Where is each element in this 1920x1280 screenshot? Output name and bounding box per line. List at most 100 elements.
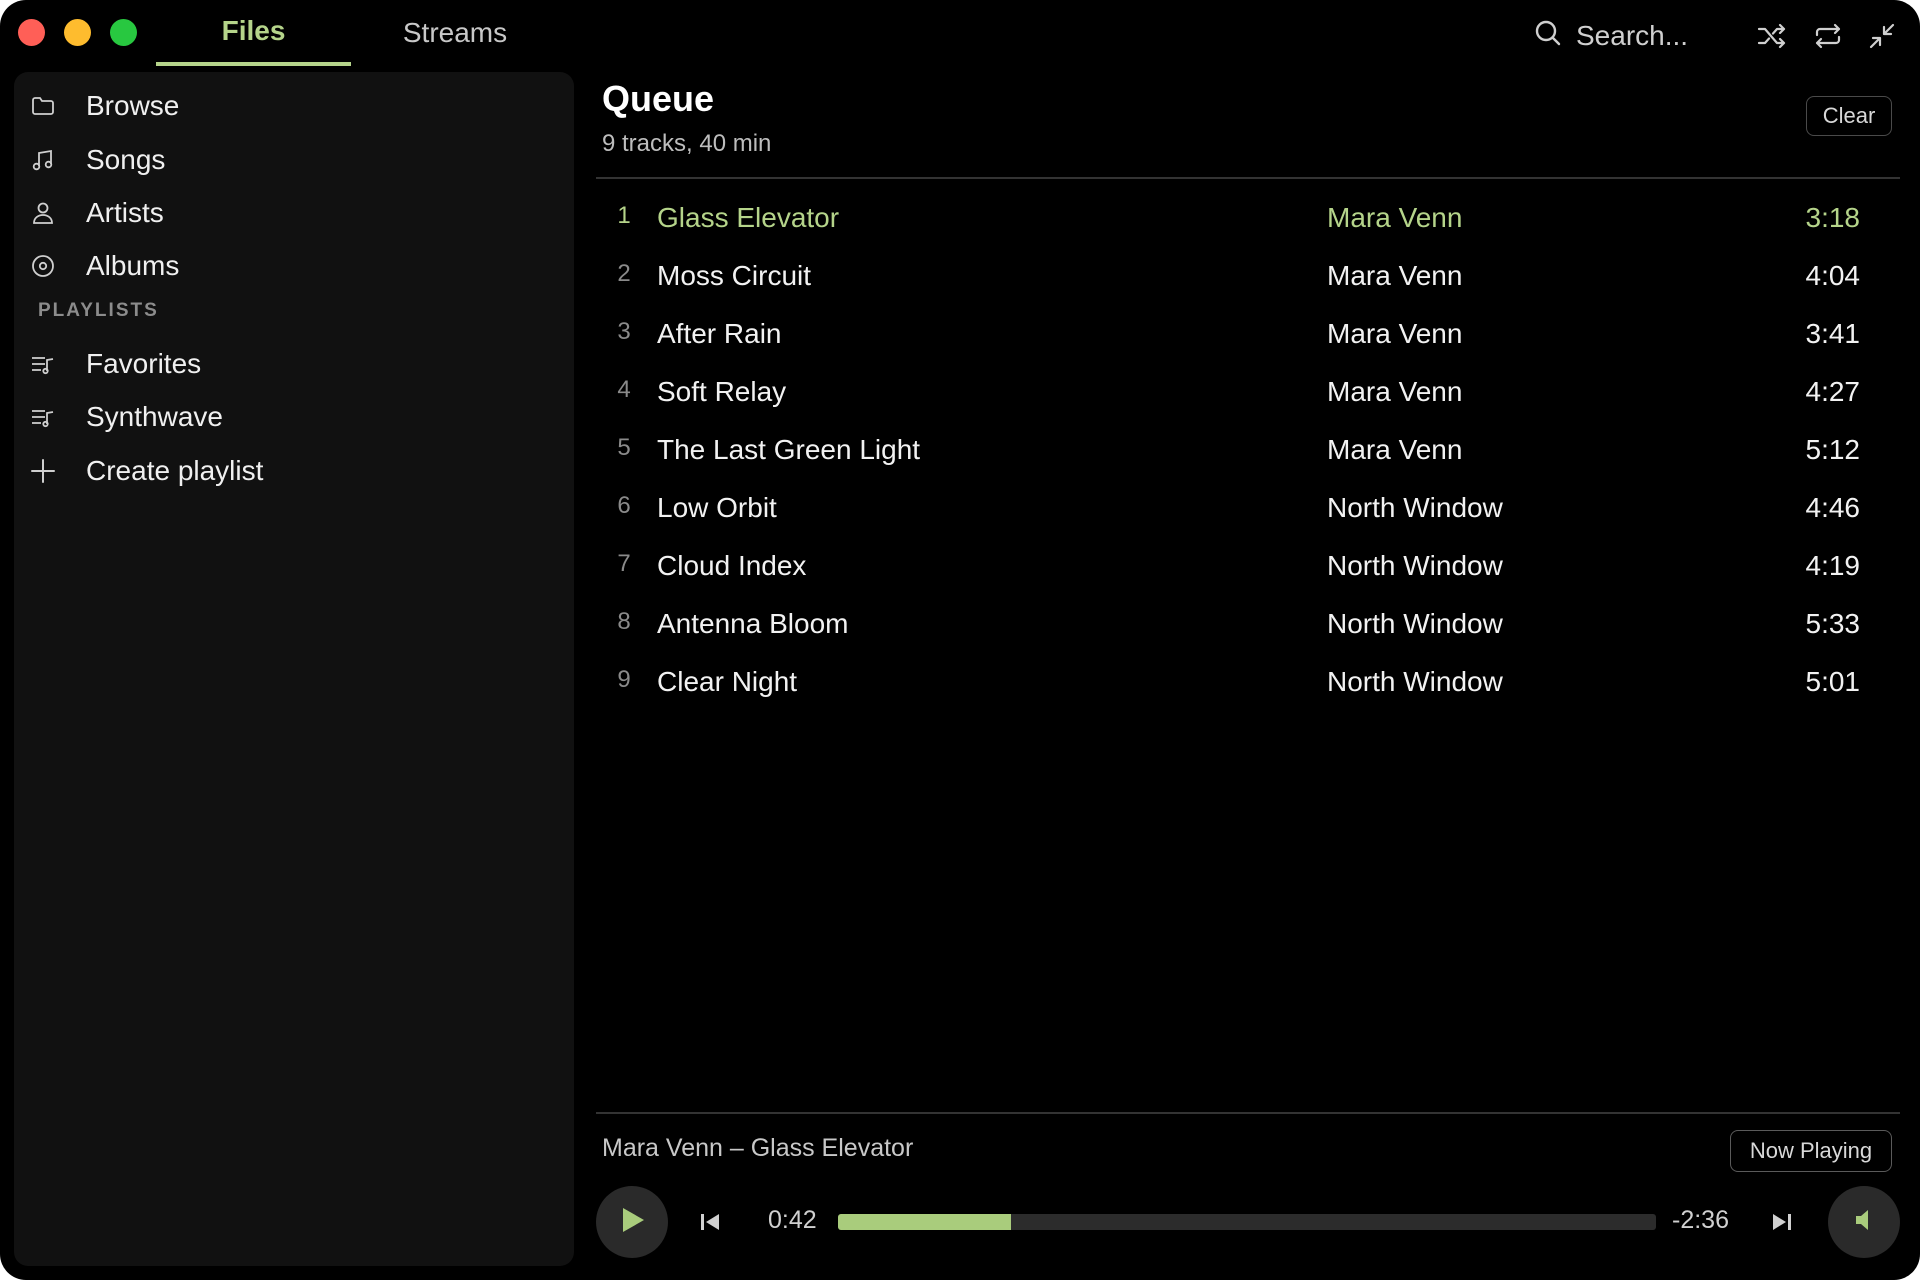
progress-bar[interactable] [838,1214,1656,1230]
music-note-icon [28,145,58,175]
track-duration: 5:33 [1805,608,1861,639]
shuffle-icon[interactable] [1756,20,1788,52]
sidebar-item-albums[interactable]: Albums [28,244,548,288]
volume-button[interactable] [1828,1186,1900,1258]
skip-forward-icon [1766,1214,1798,1242]
track-title: The Last Green Light [657,434,921,465]
zoom-window-button[interactable] [110,19,137,46]
track-duration: 3:18 [1805,202,1861,233]
track-artist: Mara Venn [1327,434,1463,465]
minimize-icon[interactable] [1866,20,1898,52]
tab-streams[interactable]: Streams [375,0,535,66]
sidebar-item-label: Favorites [86,348,202,379]
track-row[interactable]: 9 Clear Night North Window 5:01 [596,654,1900,712]
track-duration: 5:12 [1805,434,1861,465]
track-title: Soft Relay [657,376,787,407]
create-playlist-button[interactable]: Create playlist [28,449,548,493]
play-icon [617,1205,647,1240]
person-icon [28,198,58,228]
create-playlist-label: Create playlist [86,455,264,486]
next-track-button[interactable] [1766,1206,1798,1238]
track-title: Glass Elevator [657,202,840,233]
track-title: Low Orbit [657,492,777,523]
track-title: Clear Night [657,666,798,697]
track-title: Antenna Bloom [657,608,849,639]
track-row[interactable]: 6 Low Orbit North Window 4:46 [596,480,1900,538]
track-title: After Rain [657,318,782,349]
now-playing-text: Mara Venn – Glass Elevator [602,1134,914,1162]
playlist-icon [28,349,58,379]
playlists-heading: PLAYLISTS [38,300,159,321]
sidebar-item-artists[interactable]: Artists [28,191,548,235]
plus-icon [28,456,58,486]
queue-summary: 9 tracks, 40 min [602,130,772,157]
sidebar-item-label: Albums [86,250,180,281]
track-duration: 4:04 [1805,260,1861,291]
repeat-icon[interactable] [1812,20,1844,52]
sidebar-item-label: Songs [86,144,166,175]
search-placeholder: Search... [1576,20,1689,51]
tab-files[interactable]: Files [156,0,351,66]
minimize-window-button[interactable] [64,19,91,46]
folder-icon [28,91,58,121]
remaining-time: -2:36 [1672,1206,1729,1234]
track-row[interactable]: 3 After Rain Mara Venn 3:41 [596,306,1900,364]
sidebar-item-songs[interactable]: Songs [28,138,548,182]
elapsed-time: 0:42 [768,1206,817,1234]
track-number: 1 [617,202,631,229]
sidebar: Browse Songs Artists Albums PLAYLISTS Fa… [14,72,574,1266]
track-title: Cloud Index [657,550,807,581]
sidebar-item-favorites[interactable]: Favorites [28,342,548,386]
track-number: 9 [617,666,631,693]
track-artist: North Window [1327,608,1503,639]
track-title: Moss Circuit [657,260,812,291]
track-artist: Mara Venn [1327,376,1463,407]
page-title: Queue [602,78,715,119]
track-duration: 4:27 [1805,376,1861,407]
skip-back-icon [694,1214,726,1242]
track-row[interactable]: 5 The Last Green Light Mara Venn 5:12 [596,422,1900,480]
previous-track-button[interactable] [694,1206,726,1238]
divider [596,177,1900,179]
track-duration: 4:46 [1805,492,1861,523]
track-artist: Mara Venn [1327,260,1463,291]
queue-panel: Queue 9 tracks, 40 min Clear 1 Glass Elev… [596,72,1900,1266]
track-number: 8 [617,608,631,635]
progress-fill [838,1214,1012,1230]
track-artist: North Window [1327,550,1503,581]
speaker-icon [1850,1206,1878,1239]
track-artist: Mara Venn [1327,318,1463,349]
track-artist: Mara Venn [1327,202,1463,233]
sidebar-item-label: Synthwave [86,401,223,432]
clear-button[interactable]: Clear [1806,96,1892,136]
track-artist: North Window [1327,666,1503,697]
track-number: 3 [617,318,631,345]
play-button[interactable] [596,1186,668,1258]
track-row[interactable]: 8 Antenna Bloom North Window 5:33 [596,596,1900,654]
title-bar: Files Streams Search... [0,0,1920,70]
playlist-icon [28,402,58,432]
track-number: 2 [617,260,631,287]
search-field[interactable]: Search... [1534,16,1688,56]
track-row[interactable]: 7 Cloud Index North Window 4:19 [596,538,1900,596]
close-window-button[interactable] [18,19,45,46]
sidebar-item-synthwave[interactable]: Synthwave [28,395,548,439]
track-number: 6 [617,492,631,519]
track-artist: North Window [1327,492,1503,523]
track-number: 4 [617,376,631,403]
track-duration: 5:01 [1805,666,1861,697]
sidebar-item-label: Browse [86,90,180,121]
divider [596,1112,1900,1114]
track-row[interactable]: 1 Glass Elevator Mara Venn 3:18 [596,190,1900,248]
track-number: 7 [617,550,631,577]
disc-icon [28,251,58,281]
track-duration: 3:41 [1805,318,1861,349]
sidebar-item-browse[interactable]: Browse [28,84,548,128]
app-window: Files Streams Search... Browse Songs Art… [0,0,1920,1280]
search-icon [1534,19,1562,54]
track-duration: 4:19 [1805,550,1861,581]
now-playing-button[interactable]: Now Playing [1730,1130,1892,1172]
track-row[interactable]: 2 Moss Circuit Mara Venn 4:04 [596,248,1900,306]
track-row[interactable]: 4 Soft Relay Mara Venn 4:27 [596,364,1900,422]
track-list: 1 Glass Elevator Mara Venn 3:18 2 Moss Circui… [596,190,1900,712]
